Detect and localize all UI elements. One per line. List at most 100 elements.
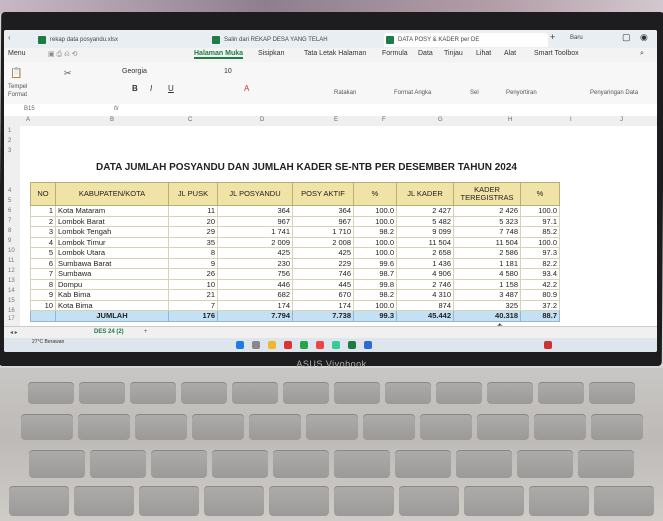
cell-jl-pusk[interactable]: 9 [168, 257, 218, 269]
menu-item-smart-toolbox[interactable]: Smart Toolbox [534, 50, 579, 57]
cell-kabupaten[interactable]: Sumbawa Barat [55, 257, 169, 269]
total-cell[interactable]: 7.794 [217, 310, 293, 322]
cell-kader-teregistrasi[interactable]: 1 181 [453, 257, 521, 269]
total-label[interactable]: JUMLAH [55, 310, 169, 322]
app-icon[interactable] [364, 341, 372, 349]
folder-icon[interactable] [268, 341, 276, 349]
row-number[interactable]: 6 [8, 208, 11, 214]
app-icon[interactable] [316, 341, 324, 349]
cell-no[interactable]: 3 [30, 226, 56, 238]
cell-percent[interactable]: 93.4 [520, 268, 560, 280]
cell-percent[interactable]: 80.9 [520, 289, 560, 301]
cell-percent[interactable]: 98.7 [353, 268, 397, 280]
cell-percent[interactable]: 97.1 [520, 215, 560, 227]
row-number[interactable]: 15 [8, 298, 15, 304]
cell-no[interactable]: 9 [30, 289, 56, 301]
menu-item-sisipkan[interactable]: Sisipkan [258, 50, 284, 57]
cell-percent[interactable]: 100.0 [520, 205, 560, 217]
cell-posy-aktif[interactable]: 174 [292, 299, 354, 311]
cell-jl-kader[interactable]: 2 427 [396, 205, 454, 217]
row-number[interactable]: 5 [8, 198, 11, 204]
cell-kader-teregistrasi[interactable]: 5 323 [453, 215, 521, 227]
sheet-nav-icons[interactable]: ◂ ▸ [10, 329, 18, 336]
total-cell[interactable]: 45.442 [396, 310, 454, 322]
bold-button[interactable]: B [132, 84, 138, 93]
app-icon[interactable] [332, 341, 340, 349]
column-header[interactable]: J [620, 117, 623, 123]
spreadsheet-grid[interactable]: DATA JUMLAH POSYANDU DAN JUMLAH KADER SE… [20, 126, 657, 332]
cell-percent[interactable]: 100.0 [353, 247, 397, 259]
cell-posy-aktif[interactable]: 425 [292, 247, 354, 259]
cell-percent[interactable]: 100.0 [353, 299, 397, 311]
cell-jl-kader[interactable]: 2 746 [396, 278, 454, 290]
cell-no[interactable]: 10 [30, 299, 56, 311]
cell-percent[interactable]: 100.0 [520, 236, 560, 248]
row-number[interactable]: 2 [8, 138, 11, 144]
back-icon[interactable]: ‹ [8, 33, 11, 42]
cell-kabupaten[interactable]: Kab Bima [55, 289, 169, 301]
cell-posy-aktif[interactable]: 229 [292, 257, 354, 269]
cell-posy-aktif[interactable]: 1 710 [292, 226, 354, 238]
cell-jl-kader[interactable]: 4 906 [396, 268, 454, 280]
cell-no[interactable]: 1 [30, 205, 56, 217]
search-icon[interactable]: ⌕ [640, 50, 644, 58]
column-header[interactable]: E [334, 117, 338, 123]
cell-percent[interactable]: 99.6 [353, 257, 397, 269]
cell-jl-kader[interactable]: 5 482 [396, 215, 454, 227]
cell-jl-pusk[interactable]: 26 [168, 268, 218, 280]
add-sheet-button[interactable]: + [144, 329, 148, 335]
menu-item-alat[interactable]: Alat [504, 50, 516, 57]
tab-data-posy-kader[interactable]: DATA POSY & KADER per DE [384, 33, 548, 47]
cell-percent[interactable]: 99.8 [353, 278, 397, 290]
cell-jl-pusk[interactable]: 21 [168, 289, 218, 301]
cell-kader-teregistrasi[interactable]: 11 504 [453, 236, 521, 248]
italic-button[interactable]: I [150, 84, 152, 93]
cell-jl-posyandu[interactable]: 425 [217, 247, 293, 259]
column-header[interactable]: C [188, 117, 192, 123]
cell-percent[interactable]: 100.0 [353, 205, 397, 217]
cell-jl-pusk[interactable]: 35 [168, 236, 218, 248]
new-tab-button[interactable]: + [550, 32, 555, 42]
sort-label[interactable]: Penyortiran [506, 90, 537, 96]
new-tab-label[interactable]: Baru [570, 35, 583, 41]
cell-jl-kader[interactable]: 1 436 [396, 257, 454, 269]
app-icon[interactable] [284, 341, 292, 349]
cell-jl-kader[interactable]: 874 [396, 299, 454, 311]
header-posy-aktif[interactable]: POSY AKTIF [292, 182, 354, 206]
cell-no[interactable]: 8 [30, 278, 56, 290]
menu-item-halaman-muka[interactable]: Halaman Muka [194, 50, 244, 59]
cell-kabupaten[interactable]: Lombok Barat [55, 215, 169, 227]
row-number[interactable]: 1 [8, 128, 11, 134]
column-header[interactable]: F [382, 117, 386, 123]
format-label[interactable]: Format [8, 92, 27, 98]
column-header[interactable]: G [438, 117, 443, 123]
cell-no[interactable]: 5 [30, 247, 56, 259]
cell-no[interactable]: 6 [30, 257, 56, 269]
avatar[interactable]: ◉ [640, 32, 648, 43]
cell-percent[interactable]: 97.3 [520, 247, 560, 259]
cell-kader-teregistrasi[interactable]: 7 748 [453, 226, 521, 238]
cell-jl-kader[interactable]: 2 658 [396, 247, 454, 259]
cell-kabupaten[interactable]: Lombok Tengah [55, 226, 169, 238]
cell-percent[interactable]: 100.0 [353, 215, 397, 227]
cell-jl-posyandu[interactable]: 967 [217, 215, 293, 227]
cell-kabupaten[interactable]: Lombok Timur [55, 236, 169, 248]
cell-jl-posyandu[interactable]: 2 009 [217, 236, 293, 248]
cell-percent[interactable]: 98.2 [353, 289, 397, 301]
search-icon[interactable] [252, 341, 260, 349]
cell-posy-aktif[interactable]: 445 [292, 278, 354, 290]
header-kabupaten[interactable]: KABUPATEN/KOTA [55, 182, 169, 206]
row-number[interactable]: 4 [8, 188, 11, 194]
cell-kader-teregistrasi[interactable]: 4 580 [453, 268, 521, 280]
cell-no[interactable]: 4 [30, 236, 56, 248]
row-number[interactable]: 7 [8, 218, 11, 224]
tab-rekap-data[interactable]: rekap data posyandu.xlsx [36, 33, 190, 47]
column-header[interactable]: H [508, 117, 512, 123]
menu-item-formula[interactable]: Formula [382, 50, 408, 57]
cell-jl-posyandu[interactable]: 364 [217, 205, 293, 217]
cell-no[interactable]: 2 [30, 215, 56, 227]
underline-button[interactable]: U [168, 84, 174, 93]
filter-label[interactable]: Penyaringan Data [590, 90, 638, 96]
row-number[interactable]: 17 [8, 316, 15, 322]
app-menu-button[interactable]: Menu [8, 50, 26, 57]
